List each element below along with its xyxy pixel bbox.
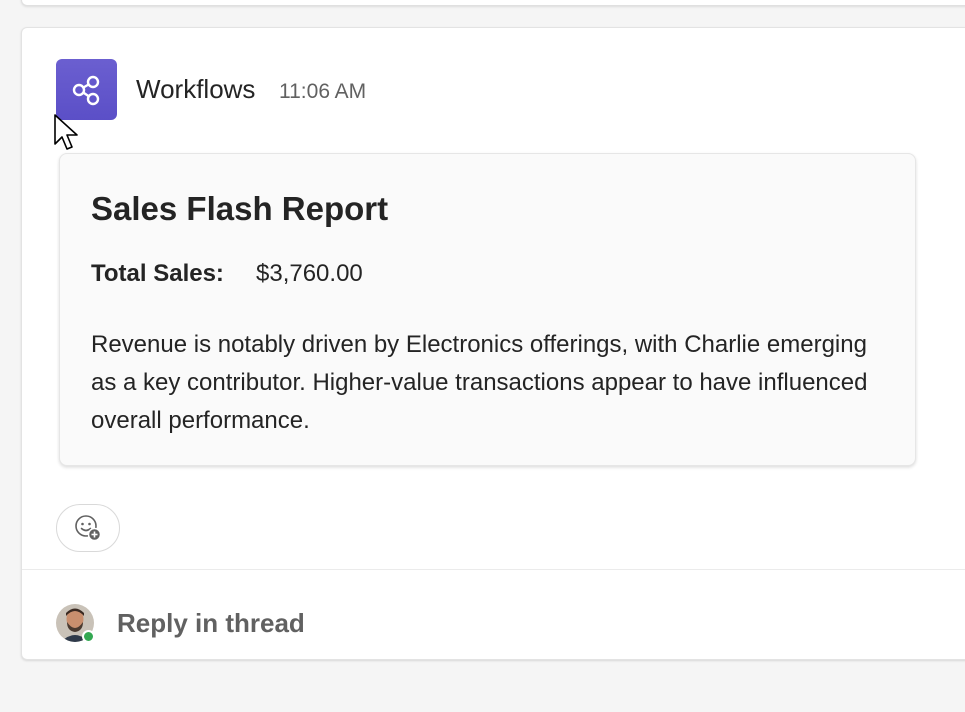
message-timestamp: 11:06 AM <box>279 80 367 103</box>
presence-available-icon <box>82 630 95 643</box>
reply-in-thread-button[interactable]: Reply in thread <box>117 608 305 639</box>
add-reaction-button[interactable] <box>56 504 120 552</box>
adaptive-card: Sales Flash Report Total Sales: $3,760.0… <box>59 153 916 466</box>
add-reaction-icon <box>75 515 102 542</box>
fact-value: $3,760.00 <box>256 260 363 287</box>
mouse-cursor-icon <box>54 114 78 150</box>
card-body-text: Revenue is notably driven by Electronics… <box>91 331 868 434</box>
user-avatar[interactable] <box>56 604 95 643</box>
thread-divider <box>22 569 965 570</box>
fact-label: Total Sales: <box>91 260 224 287</box>
sender-name[interactable]: Workflows <box>136 74 255 105</box>
workflows-app-icon[interactable] <box>56 59 117 120</box>
card-title: Sales Flash Report <box>91 190 389 227</box>
message-post: Workflows 11:06 AM Sales Flash Report To… <box>21 27 965 660</box>
workflow-share-icon <box>72 75 99 105</box>
previous-message-card <box>21 0 965 6</box>
